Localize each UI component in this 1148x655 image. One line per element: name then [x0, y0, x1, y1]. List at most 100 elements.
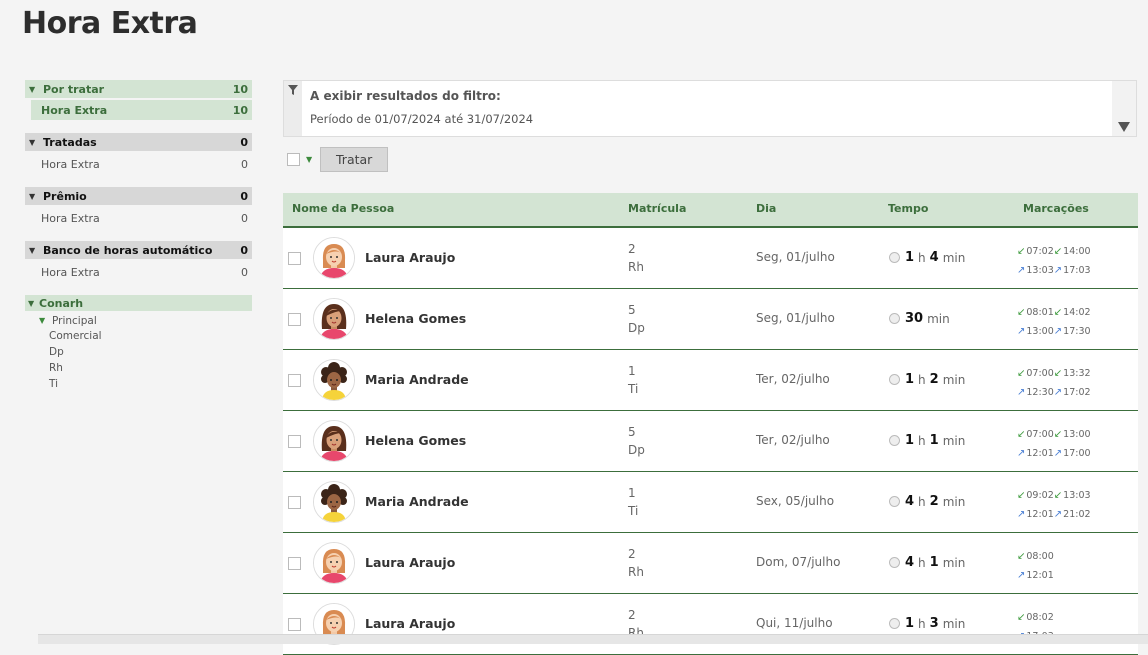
select-options-dropdown-icon[interactable]: ▼ [306, 155, 312, 164]
sidebar: ▼ Por tratar 10 Hora Extra 10 ▼ Tratadas 0… [25, 80, 252, 392]
duration-cell: 30 min [889, 311, 950, 326]
duration-minutes-unit: min [942, 616, 966, 631]
person-name[interactable]: Maria Andrade [365, 494, 469, 509]
duration-cell: 1 h 2 min [889, 372, 965, 387]
duration-hours: 1 [905, 433, 915, 448]
column-header-name[interactable]: Nome da Pessoa [292, 193, 394, 224]
duration-cell: 1 h 4 min [889, 250, 965, 265]
row-checkbox[interactable] [288, 252, 301, 265]
exit-arrow-icon: ↗ [1053, 448, 1063, 459]
row-checkbox[interactable] [288, 435, 301, 448]
column-header-matricula[interactable]: Matrícula [628, 193, 686, 224]
table-row[interactable]: Laura Araujo 2 Rh Dom, 07/julho 4 h 1 mi… [283, 533, 1138, 594]
group-header-tratadas[interactable]: ▼ Tratadas 0 [25, 133, 252, 151]
person-name[interactable]: Maria Andrade [365, 372, 469, 387]
exit-arrow-icon: ↗ [1017, 448, 1026, 459]
duration-cell: 1 h 3 min [889, 616, 965, 631]
sidebar-item-hora-extra-por-tratar[interactable]: Hora Extra 10 [31, 100, 252, 120]
punches-cell[interactable]: ↙ 08:00 ↗ 12:01 [1017, 547, 1054, 585]
collapse-triangle-icon: ▼ [29, 191, 36, 201]
row-checkbox[interactable] [288, 618, 301, 631]
entry-arrow-icon: ↙ [1053, 368, 1063, 379]
entry-arrow-icon: ↙ [1053, 490, 1063, 501]
punches-cell[interactable]: ↙ 07:00 ↙ 13:32 ↗ 12:30 ↗ 17:02 [1017, 364, 1091, 402]
collapse-triangle-icon: ▼ [29, 137, 36, 147]
table-header: Nome da Pessoa Matrícula Dia Tempo Marca… [283, 193, 1138, 228]
clock-icon [889, 618, 900, 629]
entry-arrow-icon: ↙ [1053, 429, 1063, 440]
day-cell: Sex, 05/julho [756, 494, 835, 508]
tree-root-conarh[interactable]: ▼ Conarh [25, 295, 252, 311]
clock-icon [889, 496, 900, 507]
punch-time: 12:01 [1026, 448, 1054, 459]
person-name[interactable]: Laura Araujo [365, 616, 455, 631]
duration-minutes: 4 [929, 250, 939, 265]
row-checkbox[interactable] [288, 496, 301, 509]
duration-hours-unit: h [918, 372, 926, 387]
punches-cell[interactable]: ↙ 07:02 ↙ 14:00 ↗ 13:03 ↗ 17:03 [1017, 242, 1091, 280]
duration-minutes-unit: min [942, 433, 966, 448]
punch-exits: ↗ 12:30 ↗ 17:02 [1017, 383, 1091, 402]
table-row[interactable]: Maria Andrade 1 Ti Ter, 02/julho 1 h 2 m… [283, 350, 1138, 411]
duration-cell: 1 h 1 min [889, 433, 965, 448]
filter-icon[interactable] [288, 85, 298, 95]
expand-filter-icon[interactable] [1118, 122, 1130, 132]
person-name[interactable]: Laura Araujo [365, 555, 455, 570]
exit-arrow-icon: ↗ [1017, 326, 1026, 337]
sidebar-item-hora-extra-tratadas[interactable]: Hora Extra 0 [25, 154, 252, 174]
punches-cell[interactable]: ↙ 09:02 ↙ 13:03 ↗ 12:01 ↗ 21:02 [1017, 486, 1091, 524]
sidebar-item-label: Hora Extra [41, 103, 108, 117]
punches-cell[interactable]: ↙ 08:01 ↙ 14:02 ↗ 13:00 ↗ 17:30 [1017, 303, 1091, 341]
group-header-premio[interactable]: ▼ Prêmio 0 [25, 187, 252, 205]
entry-arrow-icon: ↙ [1053, 246, 1063, 257]
column-header-tempo[interactable]: Tempo [888, 193, 928, 224]
page-title: Hora Extra [22, 6, 198, 41]
tree-node-principal[interactable]: ▼ Principal [39, 313, 252, 328]
duration-hours-unit: h [918, 555, 926, 570]
punch-entries: ↙ 08:02 [1017, 608, 1054, 627]
expand-triangle-icon: ▼ [39, 316, 46, 325]
matricula-number: 2 [628, 242, 636, 256]
row-checkbox[interactable] [288, 313, 301, 326]
exit-arrow-icon: ↗ [1017, 265, 1026, 276]
avatar [313, 420, 355, 462]
group-header-banco-horas[interactable]: ▼ Banco de horas automático 0 [25, 241, 252, 259]
punch-time: 08:01 [1026, 307, 1054, 318]
exit-arrow-icon: ↗ [1053, 265, 1063, 276]
tratar-button[interactable]: Tratar [320, 147, 389, 172]
column-header-marcacoes[interactable]: Marcações [1023, 193, 1089, 224]
person-name[interactable]: Helena Gomes [365, 433, 466, 448]
group-label: Prêmio [43, 189, 87, 203]
table-row[interactable]: Helena Gomes 5 Dp Seg, 01/julho 30 min ↙… [283, 289, 1138, 350]
duration-cell: 4 h 2 min [889, 494, 965, 509]
table-row[interactable]: Laura Araujo 2 Rh Seg, 01/julho 1 h 4 mi… [283, 228, 1138, 289]
group-tratadas: ▼ Tratadas 0 Hora Extra 0 [25, 133, 252, 174]
row-checkbox[interactable] [288, 557, 301, 570]
duration-minutes-unit: min [942, 494, 966, 509]
person-name[interactable]: Helena Gomes [365, 311, 466, 326]
sidebar-item-hora-extra-premio[interactable]: Hora Extra 0 [25, 208, 252, 228]
punches-cell[interactable]: ↙ 07:00 ↙ 13:00 ↗ 12:01 ↗ 17:00 [1017, 425, 1091, 463]
sidebar-item-count: 10 [232, 103, 248, 117]
tree-leaf-rh[interactable]: Rh [49, 360, 252, 376]
filter-period: Período de 01/07/2024 até 31/07/2024 [310, 112, 534, 126]
entry-arrow-icon: ↙ [1017, 429, 1026, 440]
duration-hours: 4 [905, 555, 915, 570]
tree-leaf-dp[interactable]: Dp [49, 344, 252, 360]
person-name[interactable]: Laura Araujo [365, 250, 455, 265]
group-header-por-tratar[interactable]: ▼ Por tratar 10 [25, 80, 252, 98]
select-all-checkbox[interactable] [287, 153, 300, 166]
toolbar: ▼ Tratar [287, 147, 389, 172]
table-row[interactable]: Helena Gomes 5 Dp Ter, 02/julho 1 h 1 mi… [283, 411, 1138, 472]
row-checkbox[interactable] [288, 374, 301, 387]
tree-leaf-comercial[interactable]: Comercial [49, 328, 252, 344]
column-header-dia[interactable]: Dia [756, 193, 776, 224]
tree-leaf-ti[interactable]: Ti [49, 376, 252, 392]
table-row[interactable]: Laura Araujo 2 Rh Qui, 11/julho 1 h 3 mi… [283, 594, 1138, 655]
sidebar-item-label: Hora Extra [41, 265, 100, 279]
table-row[interactable]: Maria Andrade 1 Ti Sex, 05/julho 4 h 2 m… [283, 472, 1138, 533]
punch-exits: ↗ 13:00 ↗ 17:30 [1017, 322, 1091, 341]
sidebar-item-hora-extra-banco[interactable]: Hora Extra 0 [25, 262, 252, 282]
collapse-triangle-icon: ▼ [28, 298, 35, 308]
matricula-cell: 5 Dp [628, 301, 645, 337]
